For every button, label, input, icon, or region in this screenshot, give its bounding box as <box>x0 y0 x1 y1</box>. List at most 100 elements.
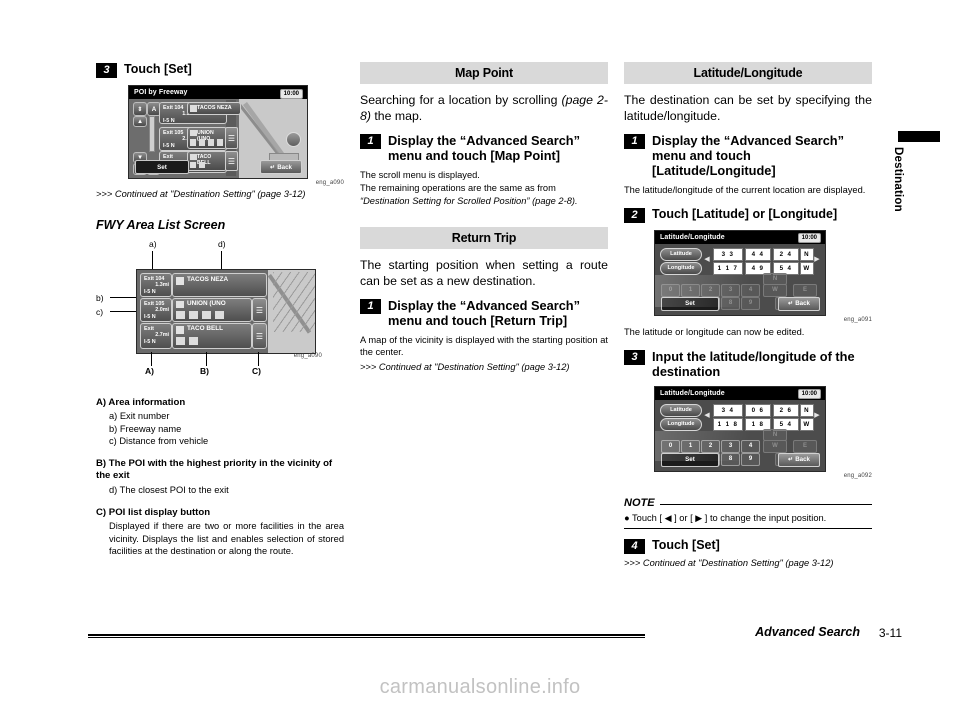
step-1-return-trip: 1 Display the “Advanced Search” menu and… <box>360 298 608 328</box>
lat-minutes[interactable]: 4 4 <box>745 247 771 261</box>
poi-sub-icons <box>190 162 207 168</box>
sort-updown-icon[interactable]: ⇕ <box>133 102 147 116</box>
longitude-button[interactable]: Longitude <box>660 417 702 431</box>
key-east[interactable]: E <box>793 439 817 453</box>
poi-list-display-button[interactable]: ☰ <box>252 298 267 322</box>
poi-list-display-button[interactable]: ☰ <box>225 127 238 149</box>
lon-degrees[interactable]: 1 1 7 <box>713 261 743 275</box>
nav-clock: 10:00 <box>797 389 821 400</box>
poi-list-display-button[interactable]: ☰ <box>252 323 267 349</box>
key-0[interactable]: 0 <box>661 283 680 297</box>
step-text: Display the “Advanced Search” menu and t… <box>388 298 581 329</box>
side-tab-label: Destination <box>892 147 904 212</box>
return-trip-intro: The starting position when setting a rou… <box>360 258 608 288</box>
legend-sub: b) Freeway name <box>109 423 182 434</box>
key-4[interactable]: 4 <box>741 439 760 453</box>
key-north[interactable]: N <box>763 428 787 441</box>
poi-name-box[interactable]: TACO BELL <box>187 151 227 171</box>
longitude-label: Longitude <box>667 265 695 272</box>
legend-title: C) POI list display button <box>96 507 211 519</box>
back-arrow-icon: ↵ <box>270 163 276 171</box>
key-4[interactable]: 4 <box>741 283 760 297</box>
step-1-lat-long: 1 Display the “Advanced Search” menu and… <box>624 133 872 178</box>
freeway-name: I-5 N <box>144 313 156 320</box>
left-arrow-icon[interactable]: ◀ <box>703 253 711 265</box>
back-button[interactable]: ↵ Back <box>778 452 820 467</box>
lon-hemisphere[interactable]: W <box>800 261 814 275</box>
key-2[interactable]: 2 <box>701 439 720 453</box>
latitude-button[interactable]: Latitude <box>660 247 702 261</box>
key-west[interactable]: W <box>763 283 787 297</box>
fwy-area-list-subhead: FWY Area List Screen <box>96 218 226 232</box>
poi-name-box[interactable]: TACOS NEZA <box>187 102 241 115</box>
lon-degrees[interactable]: 1 1 8 <box>713 417 743 431</box>
footer-section-title: Advanced Search <box>755 625 860 639</box>
set-button[interactable]: Set <box>661 452 719 467</box>
key-9[interactable]: 9 <box>741 452 760 466</box>
scroll-up-icon[interactable]: ▲ <box>133 116 147 127</box>
key-west[interactable]: W <box>763 439 787 453</box>
note-mid: ] or [ <box>671 512 696 523</box>
poi-list-display-button[interactable]: ☰ <box>225 151 238 171</box>
set-button[interactable]: Set <box>135 160 189 174</box>
key-1[interactable]: 1 <box>681 439 700 453</box>
restaurant-icon <box>190 154 197 160</box>
area-info-box[interactable]: Exit 104 1.3mi I-5 N <box>140 273 172 297</box>
top-priority-poi-box[interactable]: TACOS NEZA <box>172 273 267 297</box>
step-1-map-point: 1 Display the “Advanced Search” menu and… <box>360 133 608 163</box>
back-label: Back <box>795 456 810 464</box>
leader-line-C <box>258 352 259 366</box>
lat-seconds[interactable]: 2 6 <box>773 403 799 417</box>
key-0[interactable]: 0 <box>661 439 680 453</box>
poi-name-box[interactable]: UNION (UNO <box>187 127 227 149</box>
lat-minutes[interactable]: 0 6 <box>745 403 771 417</box>
lon-hemisphere[interactable]: W <box>800 417 814 431</box>
lat-hemisphere[interactable]: N <box>800 403 814 417</box>
area-info-box[interactable]: Exit 2.7mi I-5 N <box>140 323 172 349</box>
figure-caption: eng_a090 <box>293 353 322 359</box>
key-8[interactable]: 8 <box>721 296 740 310</box>
key-1[interactable]: 1 <box>681 283 700 297</box>
step-number: 1 <box>624 134 645 149</box>
area-info-box[interactable]: Exit 105 2.0mi I-5 N <box>140 298 172 322</box>
key-8[interactable]: 8 <box>721 452 740 466</box>
back-button[interactable]: ↵ Back <box>260 160 302 174</box>
back-label: Back <box>795 300 810 308</box>
top-priority-poi-box[interactable]: TACO BELL <box>172 323 252 349</box>
lat-degrees[interactable]: 3 4 <box>713 403 743 417</box>
back-arrow-icon: ↵ <box>788 300 794 308</box>
left-arrow-icon[interactable]: ◀ <box>703 409 711 421</box>
fwy-area-diagram-wrap: a) d) b) c) Exit 104 1.3mi I-5 N TACOS N… <box>96 239 344 381</box>
marker-c: c) <box>96 307 104 317</box>
right-arrow-icon[interactable]: ▶ <box>813 409 821 421</box>
key-9[interactable]: 9 <box>741 296 760 310</box>
map-road-hatch <box>273 272 315 332</box>
step-number: 3 <box>624 349 645 365</box>
right-arrow-icon[interactable]: ▶ <box>813 253 821 265</box>
key-3[interactable]: 3 <box>721 439 740 453</box>
column-left: 3 Touch [Set] POI by Freeway 10:00 ⇕ A ▲ <box>96 62 344 568</box>
scrollbar-track[interactable] <box>149 116 155 152</box>
key-2[interactable]: 2 <box>701 283 720 297</box>
back-button[interactable]: ↵ Back <box>778 296 820 311</box>
lat-degrees[interactable]: 3 3 <box>713 247 743 261</box>
set-button[interactable]: Set <box>661 296 719 311</box>
key-3[interactable]: 3 <box>721 283 740 297</box>
lat-seconds[interactable]: 2 4 <box>773 247 799 261</box>
gas-station-icon <box>190 130 197 136</box>
continued-note-1: >>> Continued at "Destination Setting" (… <box>96 189 306 199</box>
intro-plain: Searching for a location by scrolling <box>360 93 562 107</box>
legend-block: B) The POI with the highest priority in … <box>96 458 344 496</box>
note-pre: ● Touch [ <box>624 512 665 523</box>
lat-long-intro: The destination can be set by specifying… <box>624 93 872 123</box>
key-east[interactable]: E <box>793 283 817 297</box>
top-priority-poi-box[interactable]: UNION (UNO <box>172 298 252 322</box>
key-north[interactable]: N <box>763 272 787 285</box>
figure-caption: eng_a092 <box>843 472 872 479</box>
legend-block: C) POI list display button Displayed if … <box>96 507 344 557</box>
lat-hemisphere[interactable]: N <box>800 247 814 261</box>
footer-rule-thin <box>88 637 645 638</box>
longitude-button[interactable]: Longitude <box>660 261 702 275</box>
intro-tail: the map. <box>370 108 423 123</box>
latitude-button[interactable]: Latitude <box>660 403 702 417</box>
